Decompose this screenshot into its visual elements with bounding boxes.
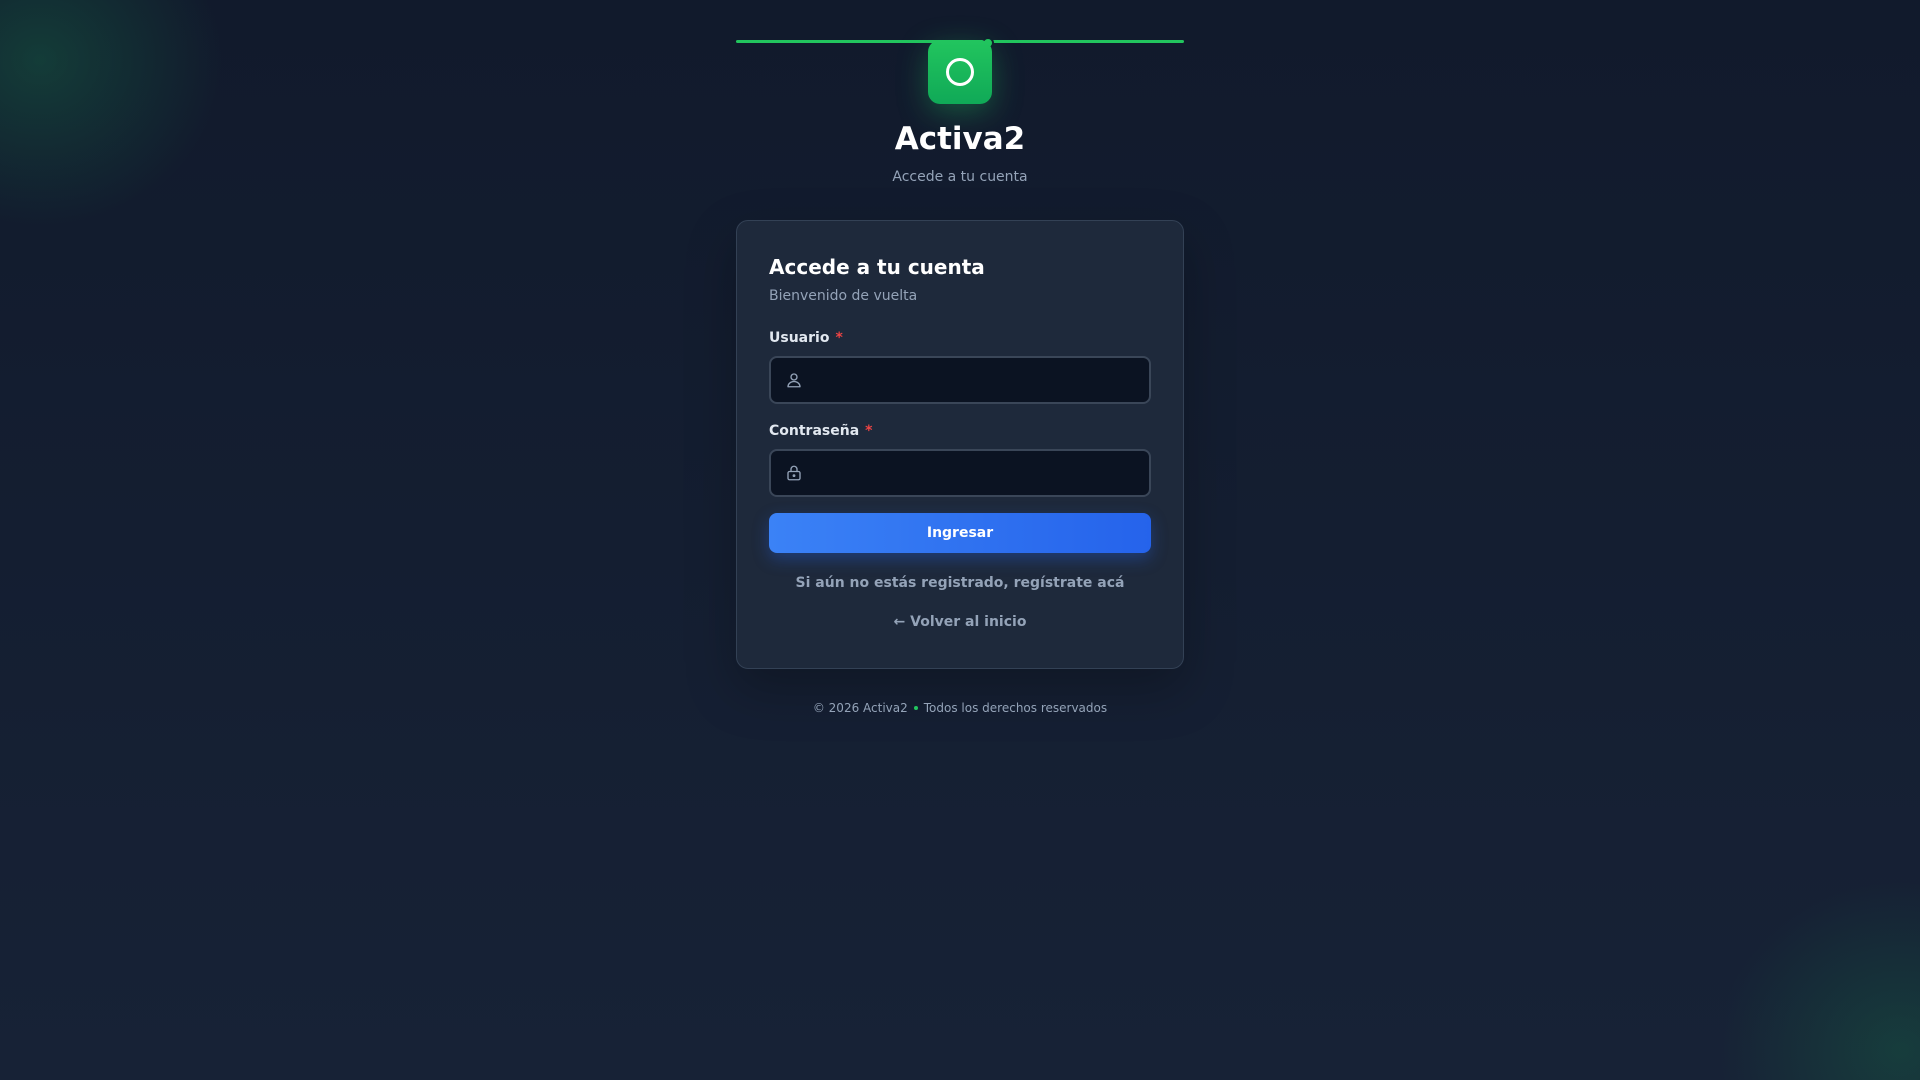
brand-logo [928, 40, 992, 104]
footer-copyright: © 2026 Activa2 [812, 701, 908, 715]
login-submit-button[interactable]: Ingresar [769, 513, 1151, 553]
login-card: Accede a tu cuenta Bienvenido de vuelta … [736, 220, 1184, 669]
password-required-mark: * [865, 423, 873, 439]
username-label: Usuario * [769, 330, 1151, 346]
footer-separator-dot [913, 705, 918, 710]
brand-name: Activa2 [894, 121, 1026, 157]
circle-ring-icon [946, 58, 974, 86]
username-label-text: Usuario [769, 330, 830, 346]
card-title: Accede a tu cuenta [769, 255, 985, 279]
login-page: Activa2 Accede a tu cuenta Accede a tu c… [0, 0, 1920, 1080]
back-home-link[interactable]: ← Volver al inicio [769, 614, 1151, 630]
password-field[interactable] [769, 449, 1151, 497]
username-input[interactable] [771, 358, 1149, 402]
password-label: Contraseña * [769, 423, 1151, 439]
username-required-mark: * [835, 330, 843, 346]
register-link[interactable]: Si aún no estás registrado, regístrate a… [769, 575, 1151, 591]
user-icon [787, 373, 801, 388]
card-subtitle: Bienvenido de vuelta [769, 288, 918, 304]
footer-rights: Todos los derechos reservados [923, 701, 1108, 715]
password-input[interactable] [771, 451, 1149, 495]
password-label-text: Contraseña [769, 423, 860, 439]
username-field[interactable] [769, 356, 1151, 404]
brand-tagline: Accede a tu cuenta [892, 169, 1028, 185]
footer: © 2026 Activa2 Todos los derechos reserva… [0, 701, 1920, 715]
lock-icon [787, 465, 801, 481]
